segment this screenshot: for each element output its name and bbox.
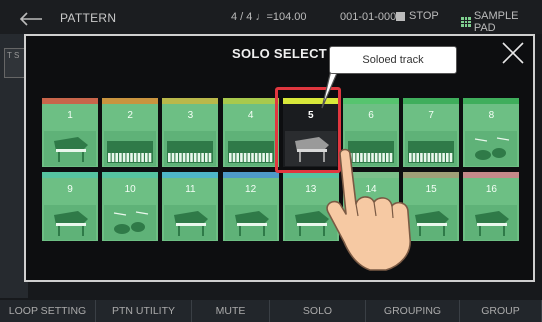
page-title: PATTERN [60,11,117,25]
piano-icon [465,205,518,240]
piano-icon [224,205,277,240]
track-9[interactable]: 9 [42,172,98,241]
track-12[interactable]: 12 [222,172,279,241]
function-button-solo[interactable]: SOLO [270,300,366,322]
track-number: 1 [67,110,73,121]
track-4[interactable]: 4 [222,98,279,167]
track-2[interactable]: 2 [102,98,159,167]
track-number: 7 [428,110,434,121]
sample-pad-label: SAMPLE PAD [473,10,519,34]
track-16[interactable]: 16 [463,172,520,241]
transport-status: STOP [396,10,439,22]
synth-icon [104,131,157,166]
track-number: 2 [127,110,133,121]
piano-icon [44,205,96,240]
track-10[interactable]: 10 [102,172,159,241]
function-button-grouping[interactable]: GROUPING [366,300,460,322]
track-number: 12 [245,184,257,195]
track-number: 3 [187,110,194,121]
synth-icon [164,131,217,166]
pad-grid-icon [461,17,471,27]
tempo-readout: 4 / 4 ♩=104.00 [231,11,307,23]
tapping-hand-icon [326,148,411,271]
function-button-ptn-utility[interactable]: PTN UTILITY [96,300,192,322]
track-1[interactable]: 1 [42,98,98,167]
track-number: 16 [485,184,497,195]
drums-icon [104,205,157,240]
back-arrow-icon[interactable] [18,12,44,26]
soloed-track-callout: Soloed track [329,46,457,74]
status-bar: PATTERN 4 / 4 ♩=104.00 001-01-000 STOP S… [0,0,542,34]
track-number: 6 [368,110,374,121]
track-number: 9 [67,184,73,195]
stop-icon [396,11,405,21]
sample-pad-indicator[interactable]: SAMPLE PAD [461,10,542,34]
piano-icon [164,205,217,240]
track-8[interactable]: 8 [463,98,520,167]
position-readout: 001-01-000 [340,11,397,23]
function-button-loop-setting[interactable]: LOOP SETTING [0,300,96,322]
close-icon[interactable] [500,40,526,66]
track-number: 10 [124,184,136,195]
piano-icon [44,131,96,166]
track-number: 11 [185,184,196,195]
stop-label: STOP [409,10,439,22]
function-bar: LOOP SETTING PTN UTILITY MUTE SOLO GROUPING G… [0,300,542,322]
track-number: 4 [247,110,254,121]
function-button-group[interactable]: GROUP [460,300,542,322]
track-number: 8 [488,110,495,121]
function-button-mute[interactable]: MUTE [192,300,270,322]
drums-icon [465,131,518,166]
track-11[interactable]: 11 [162,172,219,241]
screen: PATTERN 4 / 4 ♩=104.00 001-01-000 STOP S… [0,0,542,322]
background-track-tag: T S [4,48,26,78]
synth-icon [224,131,277,166]
track-3[interactable]: 3 [162,98,219,167]
